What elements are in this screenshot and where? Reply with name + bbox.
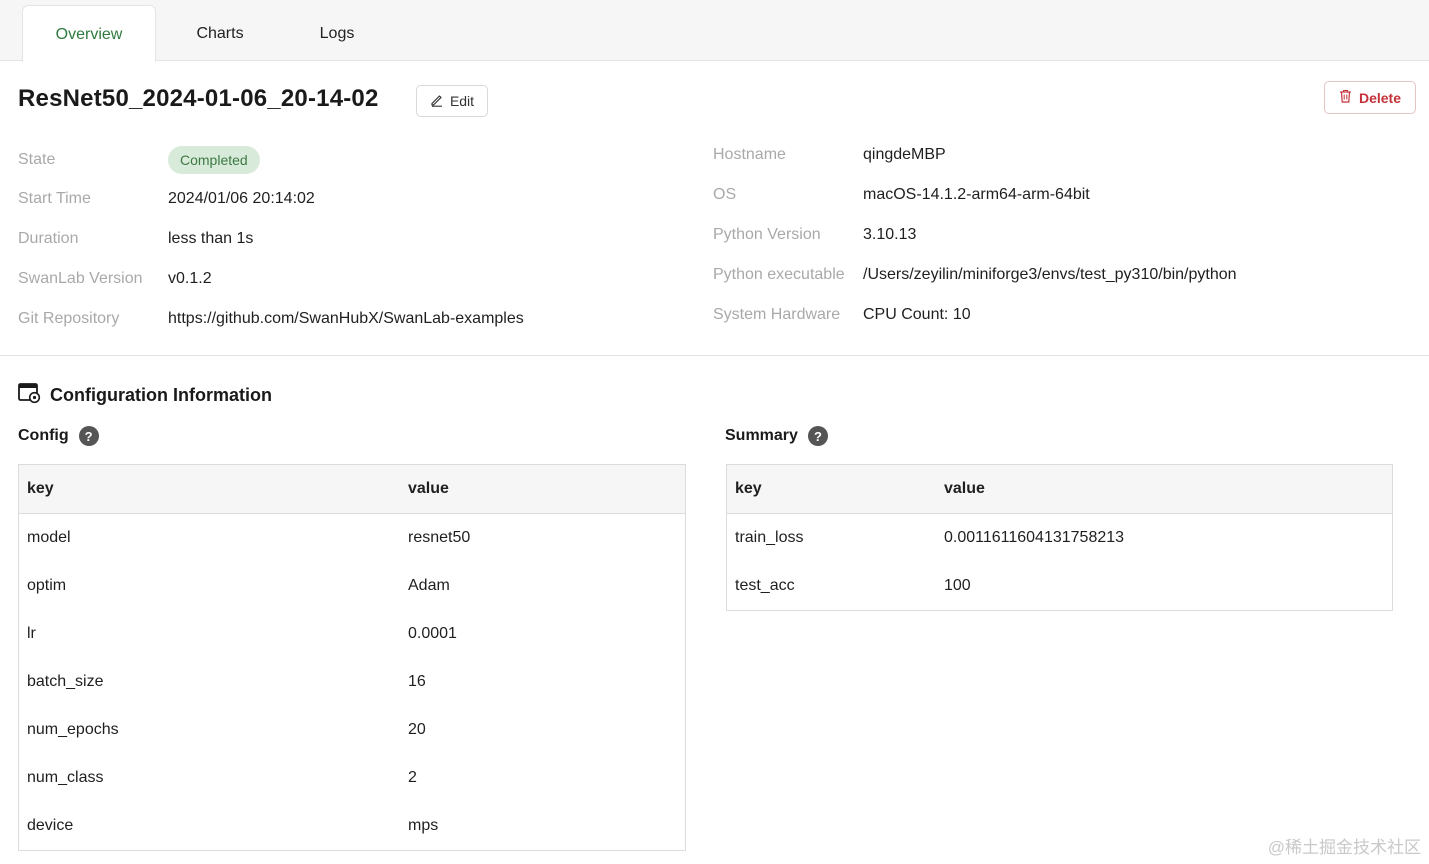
config-value: resnet50 [408,529,471,546]
config-key: num_epochs [27,721,119,738]
summary-value: 0.0011611604131758213 [944,529,1125,546]
column-header-key: key [726,464,936,514]
info-value: CPU Count: 10 [863,306,971,323]
info-row-hostname: Hostname qingdeMBP [713,144,1413,166]
info-label: SwanLab Version [18,270,143,287]
table-row: lr 0.0001 [19,610,686,658]
info-label: OS [713,186,737,203]
table-row: batch_size 16 [19,658,686,706]
config-subheading: Config ? [18,426,99,446]
info-row-python-version: Python Version 3.10.13 [713,224,1413,246]
edit-button-label: Edit [449,93,475,109]
table-row: device mps [19,802,686,851]
info-label: System Hardware [713,306,841,323]
info-label: Hostname [713,146,786,163]
config-key: device [27,817,74,834]
watermark: @稀土掘金技术社区 [1267,838,1421,857]
info-label: Git Repository [18,310,120,327]
delete-button-label: Delete [1358,89,1402,106]
config-table: key value model resnet50 optim Adam lr 0.00… [18,464,686,851]
info-row-start-time: Start Time 2024/01/06 20:14:02 [18,188,698,210]
config-value: 2 [408,769,417,786]
info-value: qingdeMBP [863,146,946,163]
info-value: 3.10.13 [863,226,917,243]
table-row: model resnet50 [19,514,686,563]
table-header-row: key value [18,464,686,514]
info-value: less than 1s [168,230,254,247]
info-row-swanlab-version: SwanLab Version v0.1.2 [18,268,698,290]
column-header-value: value [936,464,1393,514]
table-row: train_loss 0.0011611604131758213 [727,514,1393,563]
section-divider [0,355,1429,356]
config-key: optim [27,577,67,594]
info-row-state: State Completed [18,146,698,174]
config-value: 16 [408,673,426,690]
table-row: test_acc 100 [727,562,1393,611]
config-key: num_class [27,769,104,786]
tab-overview[interactable]: Overview [22,5,156,62]
info-row-duration: Duration less than 1s [18,228,698,250]
info-label: Duration [18,230,79,247]
info-row-os: OS macOS-14.1.2-arm64-arm-64bit [713,184,1413,206]
edit-button[interactable]: Edit [416,85,488,117]
summary-value: 100 [944,577,971,594]
tab-logs[interactable]: Logs [296,5,378,61]
config-section-title: Configuration Information [18,382,272,409]
info-label: Python Version [713,226,821,243]
info-label: State [18,151,56,168]
git-repository-link[interactable]: https://github.com/SwanHubX/SwanLab-exam… [168,308,524,330]
table-row: optim Adam [19,562,686,610]
info-row-git-repository: Git Repository https://github.com/SwanHu… [18,308,698,330]
config-key: batch_size [27,673,104,690]
info-row-system-hardware: System Hardware CPU Count: 10 [713,304,1413,326]
config-value: 20 [408,721,426,738]
config-value: 0.0001 [408,625,457,642]
info-value: macOS-14.1.2-arm64-arm-64bit [863,186,1090,203]
config-value: mps [408,817,439,834]
config-key: lr [27,625,36,642]
summary-key: train_loss [735,529,804,546]
summary-table: key value train_loss 0.001161160413175821… [726,464,1393,611]
status-badge: Completed [168,146,260,175]
summary-subheading-label: Summary [725,427,798,444]
tab-charts[interactable]: Charts [174,5,266,61]
config-subheading-label: Config [18,427,69,444]
info-row-python-executable: Python executable /Users/zeyilin/minifor… [713,264,1413,286]
info-value: /Users/zeyilin/miniforge3/envs/test_py31… [863,266,1237,283]
config-key: model [27,529,71,546]
tab-bar: Overview Charts Logs [0,0,1429,62]
delete-button[interactable]: Delete [1324,81,1416,114]
page-title: ResNet50_2024-01-06_20-14-02 [18,85,379,112]
help-icon[interactable]: ? [78,426,99,446]
column-header-value: value [400,464,686,514]
summary-key: test_acc [735,577,795,594]
summary-subheading: Summary ? [725,426,828,446]
config-section-title-text: Configuration Information [50,385,272,405]
help-icon[interactable]: ? [807,426,828,446]
table-row: num_class 2 [19,754,686,802]
table-header-row: key value [726,464,1393,514]
table-row: num_epochs 20 [19,706,686,754]
info-label: Python executable [713,266,845,283]
info-value: 2024/01/06 20:14:02 [168,190,315,207]
trash-icon [1339,89,1352,106]
info-label: Start Time [18,190,91,207]
pencil-icon [430,93,444,110]
column-header-key: key [18,464,400,514]
info-value: v0.1.2 [168,270,212,287]
config-window-icon [18,382,41,409]
config-value: Adam [408,577,450,594]
